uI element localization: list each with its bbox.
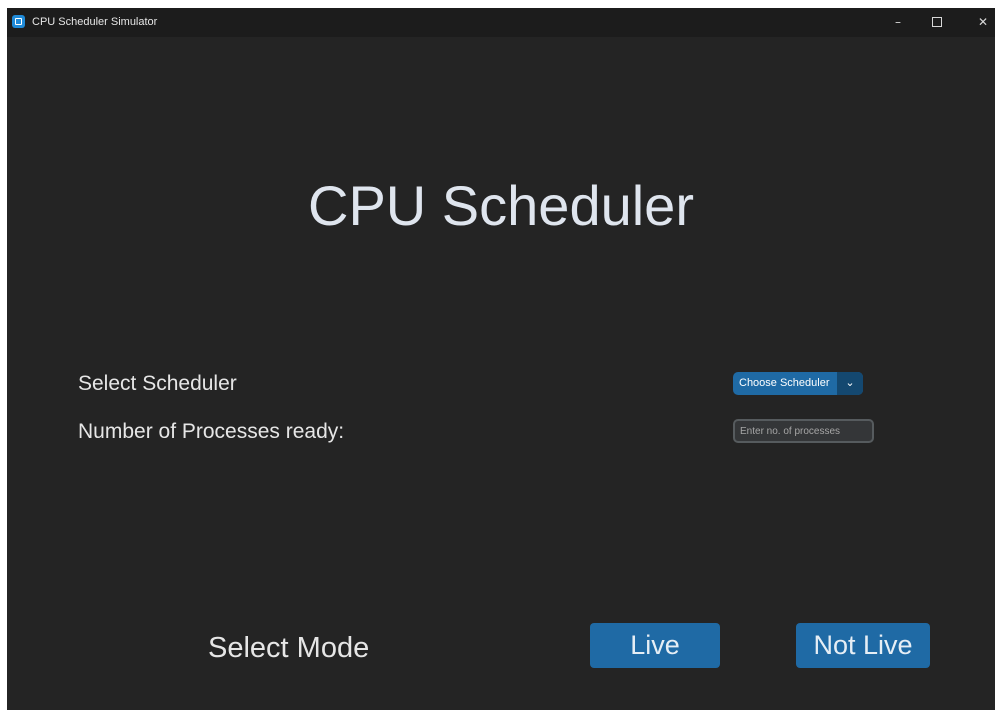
select-mode-label: Select Mode [208,632,370,664]
live-mode-button[interactable]: Live [590,623,720,668]
maximize-icon [932,16,942,27]
select-scheduler-label: Select Scheduler [78,372,237,395]
app-logo-icon [12,15,25,28]
process-count-input[interactable] [733,419,874,443]
app-window: CPU Scheduler Simulator – ✕ CPU Schedule… [7,8,995,710]
scheduler-dropdown-value: Choose Scheduler [739,377,830,389]
title-bar[interactable]: CPU Scheduler Simulator – ✕ [7,8,995,37]
close-button[interactable]: ✕ [960,8,995,37]
window-title: CPU Scheduler Simulator [32,16,158,28]
page-title: CPU Scheduler [308,174,694,237]
maximize-button[interactable] [914,8,960,37]
processes-ready-label: Number of Processes ready: [78,420,345,443]
chevron-down-icon[interactable]: ⌄ [837,372,863,395]
scheduler-dropdown[interactable]: Choose Scheduler ⌄ [733,372,863,395]
not-live-mode-button[interactable]: Not Live [796,623,930,668]
